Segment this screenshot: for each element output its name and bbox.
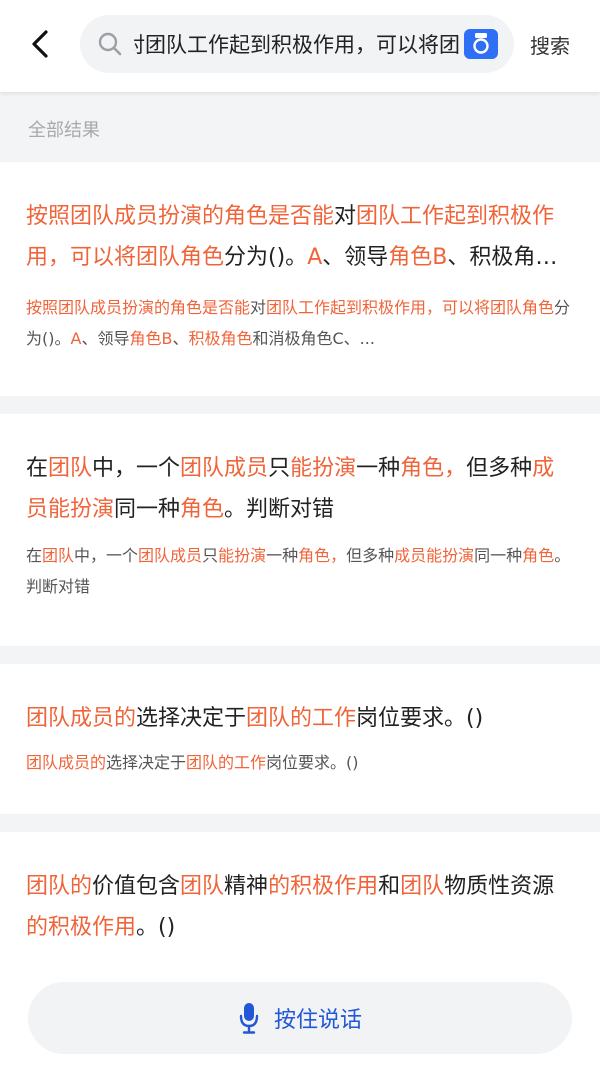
highlighted-text: 角色 — [180, 497, 225, 522]
highlighted-text: 角色B — [129, 329, 173, 348]
highlighted-text: 团队 — [400, 874, 445, 899]
result-title: 在团队中，一个团队成员只能扮演一种角色，但多种成员能扮演同一种角色。判断对错 — [26, 448, 574, 530]
text-segment: 、 — [172, 329, 189, 348]
highlighted-text: 团队的工作 — [246, 706, 357, 731]
text-segment: 和 — [378, 874, 401, 899]
text-segment: 和消极角色C、... — [252, 329, 375, 348]
text-segment: 但多种 — [466, 456, 533, 481]
text-segment: 一种 — [356, 456, 401, 481]
text-segment: 岗位要求。() — [356, 706, 484, 731]
highlighted-text: 按照团队成员扮演的角色是否能 — [26, 298, 251, 317]
search-box[interactable] — [80, 15, 514, 73]
results-label: 全部结果 — [28, 120, 100, 141]
highlighted-text: 能扮演 — [290, 456, 357, 481]
highlighted-text: 积极角色 — [188, 329, 253, 348]
highlighted-text: 团队 — [180, 874, 225, 899]
search-input[interactable] — [124, 15, 460, 73]
text-segment: 分为()。 — [224, 245, 308, 270]
search-icon — [98, 32, 122, 56]
highlighted-text: 团队的工作 — [186, 753, 267, 772]
highlighted-text: 的积极作用 — [268, 874, 379, 899]
highlighted-text: 角色B — [388, 245, 448, 270]
text-segment: 。判断对错 — [224, 497, 335, 522]
result-card-1[interactable]: 按照团队成员扮演的角色是否能对团队工作起到积极作用，可以将团队角色分为()。A、… — [0, 162, 600, 396]
highlighted-text: A — [307, 245, 323, 270]
highlighted-text: 团队工作起到积极作用，可以将团队角色 — [266, 298, 555, 317]
text-segment: 精神 — [224, 874, 269, 899]
highlighted-text: 团队 — [48, 456, 93, 481]
text-segment: 在 — [26, 456, 49, 481]
top-bar: 搜索 — [0, 0, 600, 92]
highlighted-text: 团队 — [42, 546, 75, 565]
hold-to-talk-label: 按住说话 — [273, 1008, 362, 1033]
result-card-2[interactable]: 在团队中，一个团队成员只能扮演一种角色，但多种成员能扮演同一种角色。判断对错 在… — [0, 414, 600, 646]
result-snippet: 团队成员的选择决定于团队的工作岗位要求。() — [26, 747, 574, 778]
text-segment: 选择决定于 — [136, 706, 247, 731]
text-segment: 只 — [268, 456, 291, 481]
highlighted-text: 角色， — [298, 546, 347, 565]
highlighted-text: 按照团队成员扮演的角色是否能 — [26, 204, 335, 229]
highlighted-text: 团队成员的 — [26, 753, 107, 772]
text-segment: 岗位要求。() — [266, 753, 359, 772]
result-title: 团队成员的选择决定于团队的工作岗位要求。() — [26, 698, 574, 739]
microphone-icon — [239, 1003, 259, 1034]
highlighted-text: 团队成员的 — [26, 706, 137, 731]
text-segment: 在 — [26, 546, 43, 565]
text-segment: 同一种 — [114, 497, 181, 522]
highlighted-text: 团队的 — [26, 874, 93, 899]
highlighted-text: 团队成员 — [138, 546, 203, 565]
back-arrow-icon — [32, 30, 48, 58]
hold-to-talk-button[interactable]: 按住说话 — [28, 982, 572, 1054]
text-segment: 。() — [136, 915, 176, 940]
text-segment: 价值包含 — [92, 874, 181, 899]
result-card-3[interactable]: 团队成员的选择决定于团队的工作岗位要求。() 团队成员的选择决定于团队的工作岗位… — [0, 664, 600, 814]
highlighted-text: 能扮演 — [218, 546, 267, 565]
text-segment: 、领导 — [81, 329, 130, 348]
result-snippet: 在团队中，一个团队成员只能扮演一种角色，但多种成员能扮演同一种角色。判断对错 — [26, 540, 574, 602]
highlighted-text: 团队成员 — [180, 456, 269, 481]
highlighted-text: 的积极作用 — [26, 915, 137, 940]
text-segment: 对 — [250, 298, 267, 317]
text-segment: 选择决定于 — [106, 753, 187, 772]
text-segment: 、领导 — [322, 245, 389, 270]
text-segment: 物质性资源 — [444, 874, 555, 899]
camera-icon — [473, 33, 489, 54]
highlighted-text: 成员能扮演 — [394, 546, 475, 565]
search-button[interactable]: 搜索 — [530, 30, 570, 59]
highlighted-text: 角色， — [400, 456, 467, 481]
text-segment: 对 — [334, 204, 357, 229]
text-segment: 一种 — [266, 546, 299, 565]
camera-button[interactable] — [464, 29, 498, 59]
bottom-bar: 按住说话 — [0, 962, 600, 1066]
result-snippet: 按照团队成员扮演的角色是否能对团队工作起到积极作用，可以将团队角色分为()。A、… — [26, 292, 574, 354]
result-title: 按照团队成员扮演的角色是否能对团队工作起到积极作用，可以将团队角色分为()。A、… — [26, 196, 574, 278]
result-title: 团队的价值包含团队精神的积极作用和团队物质性资源的积极作用。() — [26, 866, 574, 948]
text-segment: 但多种 — [346, 546, 395, 565]
highlighted-text: 角色 — [522, 546, 555, 565]
text-segment: 中，一个 — [74, 546, 139, 565]
text-segment: 同一种 — [474, 546, 523, 565]
text-segment: 中，一个 — [92, 456, 181, 481]
back-button[interactable] — [22, 26, 58, 62]
text-segment: 只 — [202, 546, 219, 565]
highlighted-text: A — [70, 329, 82, 348]
